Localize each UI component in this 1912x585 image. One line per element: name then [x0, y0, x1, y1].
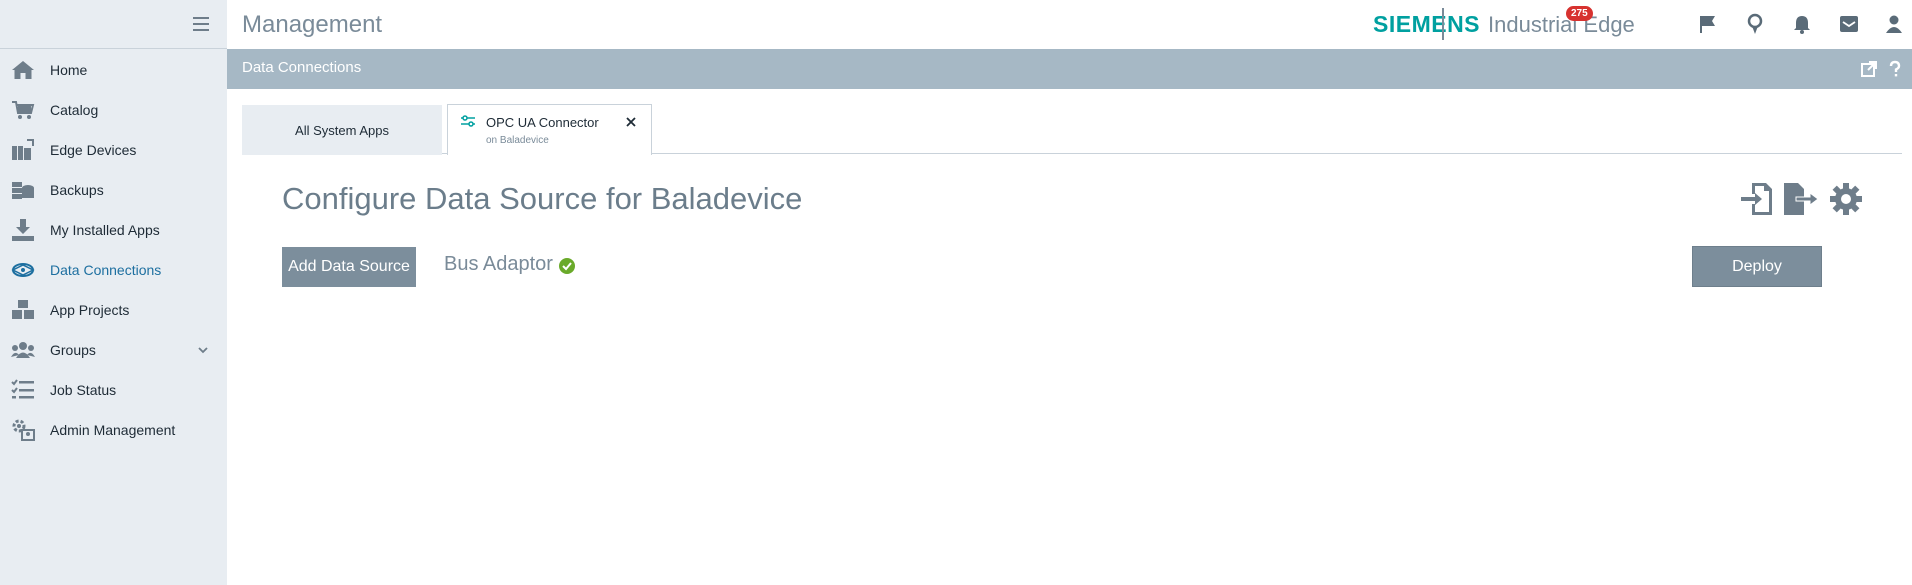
users-icon [11, 338, 35, 362]
sidebar-item-label: Groups [50, 342, 96, 358]
bus-adaptor-label: Bus Adaptor [444, 253, 553, 275]
user-icon[interactable] [1883, 13, 1905, 35]
close-icon[interactable] [625, 116, 637, 128]
sidebar-item-job-status[interactable]: Job Status [0, 370, 227, 410]
sidebar: Home Catalog Edge Devices Backups My Ins… [0, 0, 227, 585]
deploy-button[interactable]: Deploy [1692, 246, 1822, 287]
settings-gear-icon[interactable] [1829, 180, 1863, 218]
sidebar-item-label: Admin Management [50, 422, 176, 438]
sidebar-item-label: Backups [50, 182, 104, 198]
connector-icon [461, 115, 475, 127]
flag-icon[interactable] [1697, 13, 1719, 35]
bus-adaptor-status: Bus Adaptor [444, 253, 575, 276]
hamburger-menu-icon[interactable] [193, 17, 209, 31]
sidebar-item-my-installed-apps[interactable]: My Installed Apps [0, 210, 227, 250]
chevron-down-icon[interactable] [197, 344, 209, 356]
sidebar-item-groups[interactable]: Groups [0, 330, 227, 370]
sidebar-item-app-projects[interactable]: App Projects [0, 290, 227, 330]
add-data-source-button[interactable]: Add Data Source [282, 247, 416, 287]
admin-gear-icon [11, 418, 35, 442]
bell-icon[interactable] [1791, 13, 1813, 35]
sidebar-nav: Home Catalog Edge Devices Backups My Ins… [0, 49, 227, 450]
backup-icon [11, 178, 35, 202]
app-title: Management [242, 11, 383, 38]
sidebar-item-label: Catalog [50, 102, 99, 118]
devices-icon [11, 138, 35, 162]
sidebar-item-label: Job Status [50, 382, 117, 398]
download-icon [11, 218, 35, 242]
location-pin-icon[interactable] [1744, 13, 1766, 35]
cart-icon [11, 98, 35, 122]
sidebar-item-data-connections[interactable]: Data Connections [0, 250, 227, 290]
list-icon [11, 378, 35, 402]
tab-opc-ua-connector[interactable]: OPC UA Connector on Baladevice [447, 104, 652, 155]
sidebar-item-label: Edge Devices [50, 142, 137, 158]
tab-all-system-apps[interactable]: All System Apps [242, 105, 442, 155]
sidebar-item-catalog[interactable]: Catalog [0, 90, 227, 130]
sidebar-item-label: Data Connections [50, 262, 162, 278]
help-icon[interactable] [1886, 60, 1904, 78]
sidebar-item-edge-devices[interactable]: Edge Devices [0, 130, 227, 170]
brand-name: SIEMENS [1373, 11, 1481, 37]
subheader-title: Data Connections [242, 59, 362, 76]
top-header: Management SIEMENS Industrial Edge [227, 0, 1912, 49]
sidebar-item-backups[interactable]: Backups [0, 170, 227, 210]
notification-badge: 275 [1566, 6, 1593, 21]
export-icon[interactable] [1782, 180, 1820, 218]
sidebar-item-label: My Installed Apps [50, 222, 160, 238]
tab-title: OPC UA Connector [486, 115, 599, 130]
boxes-icon [11, 298, 35, 322]
sidebar-item-label: Home [50, 62, 88, 78]
tab-bar: All System Apps OPC UA Connector on Bala… [242, 104, 1902, 155]
brand-product: Industrial Edge [1488, 12, 1635, 37]
tab-label: All System Apps [295, 122, 389, 138]
check-circle-icon [558, 257, 575, 274]
brand-logo: SIEMENS Industrial Edge [1373, 11, 1635, 38]
import-icon[interactable] [1740, 180, 1774, 218]
sidebar-top [0, 0, 227, 49]
page-title: Configure Data Source for Baladevice [282, 181, 803, 216]
sidebar-item-label: App Projects [50, 302, 130, 318]
inbox-icon[interactable] [1838, 13, 1860, 35]
external-link-icon[interactable] [1860, 60, 1878, 78]
sidebar-item-admin-management[interactable]: Admin Management [0, 410, 227, 450]
tab-subtitle: on Baladevice [486, 135, 549, 146]
home-icon [11, 58, 35, 82]
subheader-bar: Data Connections [227, 49, 1912, 89]
header-divider [1442, 8, 1444, 40]
connection-icon [11, 258, 35, 282]
sidebar-item-home[interactable]: Home [0, 50, 227, 90]
